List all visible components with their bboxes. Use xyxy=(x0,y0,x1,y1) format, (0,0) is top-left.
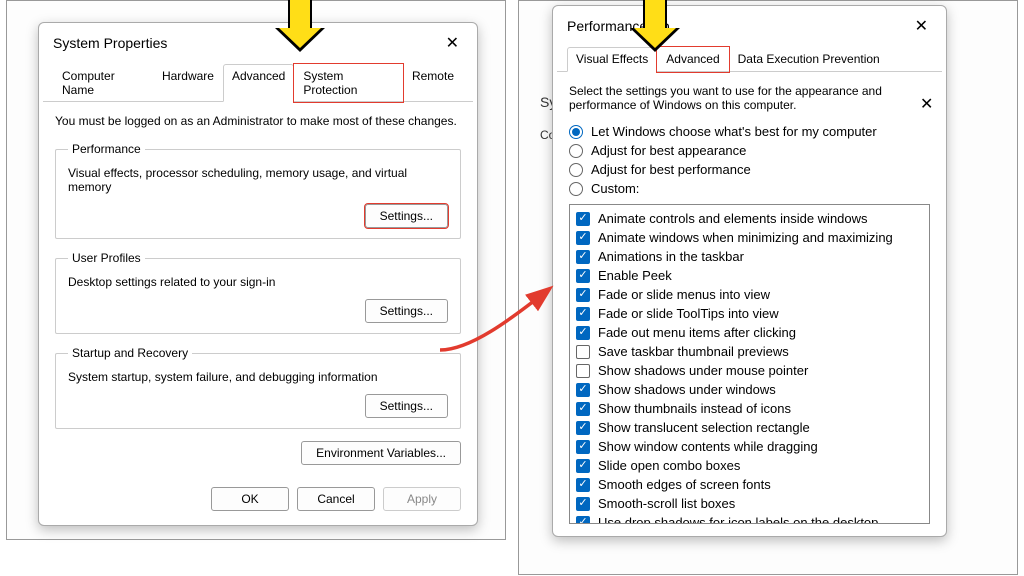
checkbox-icon xyxy=(576,326,590,340)
group-performance: Performance Visual effects, processor sch… xyxy=(55,142,461,239)
check-label: Fade or slide ToolTips into view xyxy=(598,306,779,321)
back-dialog-close-icon[interactable]: ✕ xyxy=(920,94,933,114)
settings-button[interactable]: Settings... xyxy=(365,204,448,228)
check-label: Animations in the taskbar xyxy=(598,249,744,264)
radio-option[interactable]: Adjust for best appearance xyxy=(569,141,930,160)
group-legend: Startup and Recovery xyxy=(68,346,192,360)
tab-advanced[interactable]: Advanced xyxy=(223,64,294,102)
system-properties-dialog: System Properties ✕ Computer NameHardwar… xyxy=(38,22,478,526)
checkbox-icon xyxy=(576,269,590,283)
tab-system-protection[interactable]: System Protection xyxy=(294,64,403,102)
check-option[interactable]: Fade or slide menus into view xyxy=(576,285,923,304)
checkbox-icon xyxy=(576,250,590,264)
check-label: Animate controls and elements inside win… xyxy=(598,211,868,226)
check-option[interactable]: Use drop shadows for icon labels on the … xyxy=(576,513,923,524)
performance-options-dialog: Performance Op ✕ Visual EffectsAdvancedD… xyxy=(552,5,947,537)
checkbox-icon xyxy=(576,364,590,378)
radio-option[interactable]: Custom: xyxy=(569,179,930,198)
radio-icon xyxy=(569,125,583,139)
check-label: Save taskbar thumbnail previews xyxy=(598,344,789,359)
ok-button[interactable]: OK xyxy=(211,487,289,511)
checkbox-icon xyxy=(576,231,590,245)
checkbox-icon xyxy=(576,345,590,359)
tabstrip: Computer NameHardwareAdvancedSystem Prot… xyxy=(43,63,473,102)
check-label: Animate windows when minimizing and maxi… xyxy=(598,230,893,245)
group-description: Visual effects, processor scheduling, me… xyxy=(68,162,448,204)
radio-label: Adjust for best performance xyxy=(591,162,751,177)
radio-icon xyxy=(569,163,583,177)
check-label: Slide open combo boxes xyxy=(598,458,740,473)
checkbox-icon xyxy=(576,497,590,511)
checkbox-icon xyxy=(576,307,590,321)
radio-icon xyxy=(569,144,583,158)
check-option[interactable]: Fade or slide ToolTips into view xyxy=(576,304,923,323)
check-label: Show shadows under windows xyxy=(598,382,776,397)
check-option[interactable]: Slide open combo boxes xyxy=(576,456,923,475)
radio-label: Let Windows choose what's best for my co… xyxy=(591,124,877,139)
check-label: Show window contents while dragging xyxy=(598,439,818,454)
tab-hardware[interactable]: Hardware xyxy=(153,64,223,102)
checkbox-icon xyxy=(576,459,590,473)
check-option[interactable]: Fade out menu items after clicking xyxy=(576,323,923,342)
group-description: Desktop settings related to your sign-in xyxy=(68,271,448,299)
check-label: Show thumbnails instead of icons xyxy=(598,401,791,416)
apply-button[interactable]: Apply xyxy=(383,487,461,511)
checkbox-icon xyxy=(576,383,590,397)
checkbox-icon xyxy=(576,478,590,492)
check-label: Fade or slide menus into view xyxy=(598,287,770,302)
tab-data-execution-prevention[interactable]: Data Execution Prevention xyxy=(729,47,889,72)
check-option[interactable]: Show translucent selection rectangle xyxy=(576,418,923,437)
settings-button[interactable]: Settings... xyxy=(365,394,448,418)
dialog-title: System Properties xyxy=(53,35,167,51)
check-label: Show translucent selection rectangle xyxy=(598,420,810,435)
check-label: Smooth edges of screen fonts xyxy=(598,477,771,492)
check-label: Smooth-scroll list boxes xyxy=(598,496,735,511)
group-startup-and-recovery: Startup and Recovery System startup, syst… xyxy=(55,346,461,429)
intro-text: Select the settings you want to use for … xyxy=(569,80,930,122)
checkbox-icon xyxy=(576,421,590,435)
radio-option[interactable]: Adjust for best performance xyxy=(569,160,930,179)
check-option[interactable]: Smooth edges of screen fonts xyxy=(576,475,923,494)
check-option[interactable]: Show window contents while dragging xyxy=(576,437,923,456)
radio-label: Adjust for best appearance xyxy=(591,143,746,158)
group-description: System startup, system failure, and debu… xyxy=(68,366,448,394)
check-option[interactable]: Animate controls and elements inside win… xyxy=(576,209,923,228)
annotation-arrow-right xyxy=(630,0,680,56)
check-label: Enable Peek xyxy=(598,268,672,283)
check-label: Fade out menu items after clicking xyxy=(598,325,796,340)
check-option[interactable]: Show shadows under mouse pointer xyxy=(576,361,923,380)
check-option[interactable]: Show thumbnails instead of icons xyxy=(576,399,923,418)
group-user-profiles: User Profiles Desktop settings related to… xyxy=(55,251,461,334)
cancel-button[interactable]: Cancel xyxy=(297,487,375,511)
group-legend: User Profiles xyxy=(68,251,145,265)
checkbox-icon xyxy=(576,212,590,226)
check-option[interactable]: Save taskbar thumbnail previews xyxy=(576,342,923,361)
checkbox-icon xyxy=(576,288,590,302)
environment-variables-button[interactable]: Environment Variables... xyxy=(301,441,461,465)
admin-note: You must be logged on as an Administrato… xyxy=(55,110,461,138)
check-label: Show shadows under mouse pointer xyxy=(598,363,808,378)
check-option[interactable]: Animate windows when minimizing and maxi… xyxy=(576,228,923,247)
checkbox-icon xyxy=(576,440,590,454)
group-legend: Performance xyxy=(68,142,145,156)
check-option[interactable]: Smooth-scroll list boxes xyxy=(576,494,923,513)
check-option[interactable]: Animations in the taskbar xyxy=(576,247,923,266)
radio-label: Custom: xyxy=(591,181,639,196)
settings-button[interactable]: Settings... xyxy=(365,299,448,323)
checkbox-icon xyxy=(576,402,590,416)
tabstrip: Visual EffectsAdvancedData Execution Pre… xyxy=(557,46,942,72)
check-label: Use drop shadows for icon labels on the … xyxy=(598,515,878,524)
check-option[interactable]: Enable Peek xyxy=(576,266,923,285)
radio-icon xyxy=(569,182,583,196)
visual-effects-checklist: Animate controls and elements inside win… xyxy=(569,204,930,524)
radio-option[interactable]: Let Windows choose what's best for my co… xyxy=(569,122,930,141)
check-option[interactable]: Show shadows under windows xyxy=(576,380,923,399)
close-icon[interactable]: ✕ xyxy=(442,33,463,53)
checkbox-icon xyxy=(576,516,590,525)
tab-remote[interactable]: Remote xyxy=(403,64,463,102)
tab-computer-name[interactable]: Computer Name xyxy=(53,64,153,102)
close-icon[interactable]: ✕ xyxy=(911,16,932,36)
annotation-arrow-left xyxy=(275,0,325,56)
